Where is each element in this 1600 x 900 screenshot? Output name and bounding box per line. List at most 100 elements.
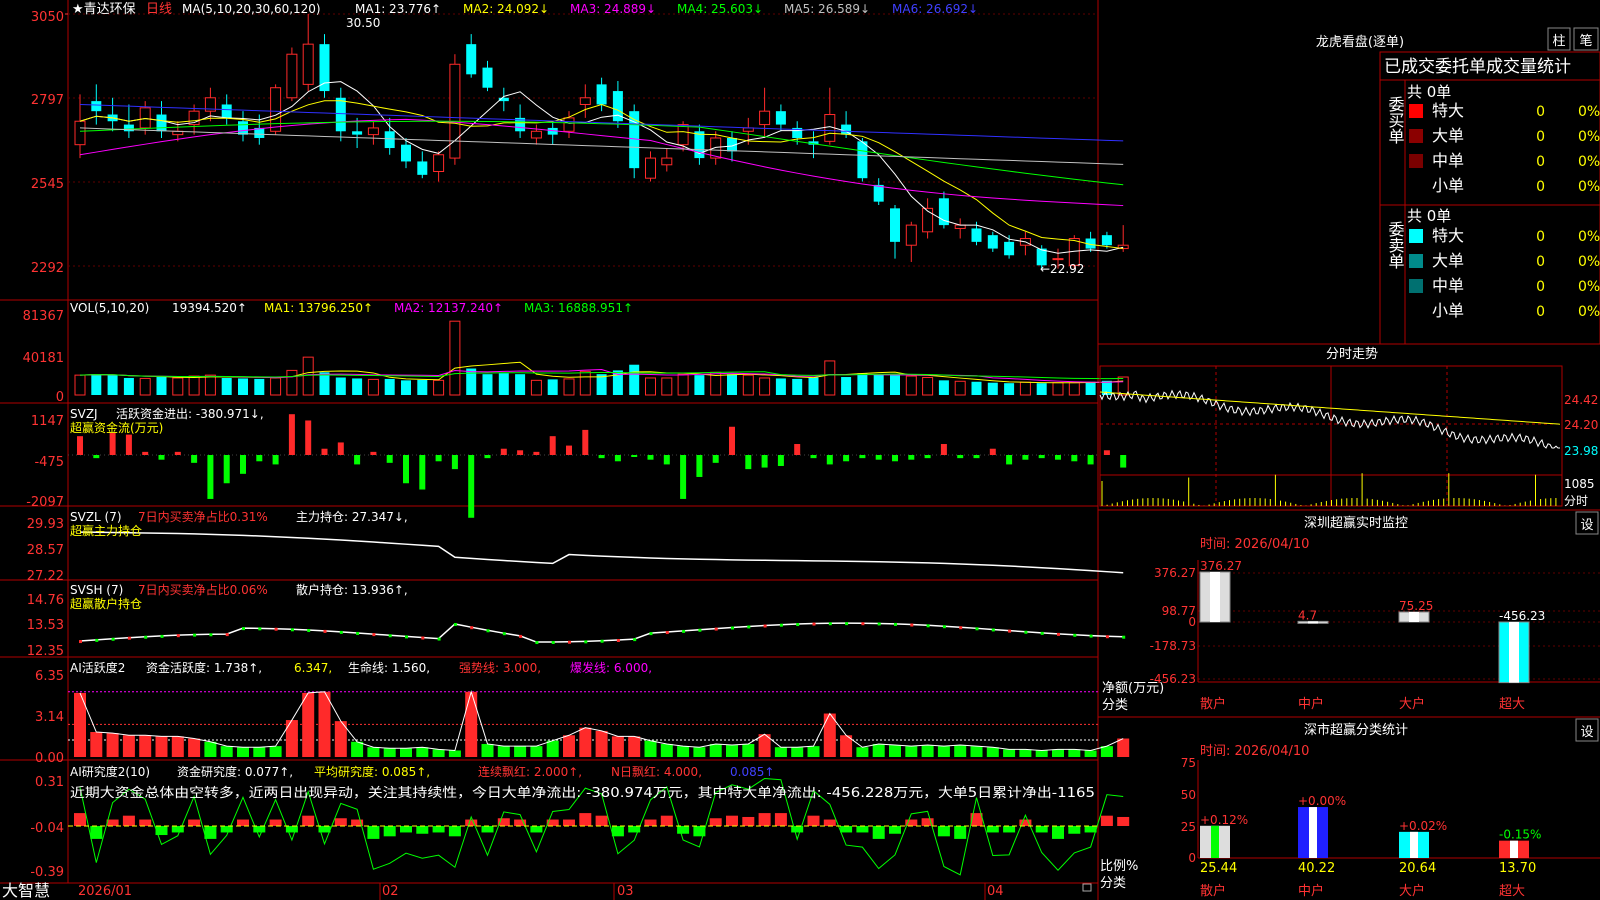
active-bar: [905, 746, 918, 757]
volume-bar: [498, 373, 509, 395]
sz-bar-highlight: [1409, 612, 1419, 622]
ma3-label: MA3: 24.889↓: [570, 2, 656, 16]
sell-row-label: 中单: [1432, 276, 1464, 295]
research-bar: [334, 818, 347, 826]
sell-row-label: 特大: [1432, 226, 1464, 245]
stock-chart-canvas[interactable]: 特大 0 0% 大单 0 0% 中单 0 0% 小单 0 0% 特大 0 0% 大单 0 0% 中单 0 0% 小单 0 0%…: [0, 0, 1600, 900]
cls-tick: 75: [1181, 756, 1196, 770]
research-bar: [220, 826, 233, 833]
volume-bar: [727, 374, 737, 395]
volume-bar: [302, 356, 314, 396]
flow-bar: [810, 455, 817, 459]
retail-dot: [95, 638, 99, 642]
candle-body: [873, 184, 884, 202]
research-bar: [465, 819, 478, 826]
research-bar: [726, 815, 738, 826]
research-bar: [644, 819, 657, 826]
active-bar: [677, 746, 690, 757]
svzl-tick-2: 27.22: [27, 569, 64, 584]
research-bar: [823, 819, 836, 826]
sz-ylabel2: 分类: [1102, 698, 1128, 713]
buy-total: 共 0单: [1407, 83, 1451, 101]
sz-tick: 376.27: [1154, 566, 1196, 580]
flow-bar: [924, 455, 931, 459]
fund-flow-bars[interactable]: [68, 414, 1127, 518]
research-bar: [1052, 826, 1064, 839]
volume-bar: [449, 320, 461, 396]
retail-dot: [877, 622, 881, 626]
active-bar: [726, 745, 738, 757]
retail-dot: [519, 634, 523, 638]
flow-bar: [940, 444, 947, 455]
active-bar: [595, 730, 608, 757]
sz-ylabel1: 净额(万元): [1102, 681, 1164, 696]
period-label[interactable]: 日线: [146, 2, 172, 17]
sz-category: 散户: [1200, 696, 1226, 712]
date-label-1: 02: [382, 884, 399, 899]
flow-bar: [500, 448, 507, 455]
buy-row-label: 大单: [1432, 126, 1464, 145]
active-bar: [285, 720, 298, 757]
active-bar: [563, 735, 575, 757]
lhkp-title: 龙虎看盘(逐单): [1316, 34, 1404, 50]
active-bar: [90, 732, 103, 757]
ma-line-30: [79, 120, 1124, 186]
active-bar: [986, 747, 999, 757]
candle-body: [563, 117, 575, 132]
retail-dot: [111, 637, 115, 641]
volume-bar: [971, 381, 982, 395]
active-bar: [1019, 749, 1032, 757]
flow-bar: [305, 420, 312, 455]
lock-icon[interactable]: [1082, 883, 1092, 892]
flow-bar: [1022, 455, 1029, 460]
retail-dot: [796, 623, 800, 627]
retail-dot: [388, 634, 392, 638]
flow-bar: [451, 455, 458, 470]
buy-row-pct: 0%: [1578, 154, 1600, 170]
volume-bars[interactable]: [74, 320, 1129, 396]
sz-category: 中户: [1298, 696, 1324, 712]
candle-body: [694, 131, 705, 159]
ai-active-t5: 爆发线: 6.000,: [570, 660, 652, 675]
sell-row-count: 0: [1536, 304, 1545, 320]
buy-row-pct: 0%: [1578, 104, 1600, 120]
buy-row-count: 0: [1536, 129, 1545, 145]
retail-dot: [975, 627, 979, 631]
candle-body: [890, 208, 900, 242]
candle-body: [466, 44, 477, 75]
sz-bar-label: 75.25: [1399, 599, 1433, 613]
candle-body: [238, 121, 248, 135]
flow-bar: [892, 455, 898, 462]
active-bar: [1117, 738, 1130, 757]
volume-bar: [661, 377, 673, 396]
volume-bar: [319, 372, 330, 395]
volume-bar: [254, 378, 265, 395]
cls-bar-change: +0.00%: [1298, 794, 1346, 808]
retail-dot: [845, 622, 849, 626]
active-bar: [237, 747, 249, 757]
active-bar: [872, 743, 885, 757]
retail-dot: [421, 636, 425, 640]
vol-ma2: MA2: 12137.240↑: [394, 301, 503, 315]
retail-dot: [453, 622, 457, 626]
sell-row-swatch: [1409, 304, 1423, 318]
research-bar: [660, 815, 673, 826]
svsh-header: SVSH (7): [70, 583, 123, 597]
research-bar: [758, 813, 771, 826]
activity-bars[interactable]: [68, 690, 1130, 757]
retail-dot: [176, 634, 180, 638]
candle-body: [367, 127, 379, 136]
candle-body: [91, 101, 102, 112]
volume-bar: [742, 374, 754, 396]
sz-category: 大户: [1399, 696, 1425, 712]
volume-bar: [270, 377, 282, 396]
active-bar: [188, 738, 201, 757]
candlestick-series[interactable]: [74, 14, 1129, 269]
volume-bar: [530, 379, 542, 396]
volume-bar: [694, 375, 705, 395]
sz-category: 超大: [1499, 697, 1525, 712]
sell-row-count: 0: [1536, 254, 1545, 270]
flow-bar: [826, 455, 833, 465]
retail-dot: [649, 632, 653, 636]
cls-bar-change: -0.15%: [1499, 828, 1541, 842]
